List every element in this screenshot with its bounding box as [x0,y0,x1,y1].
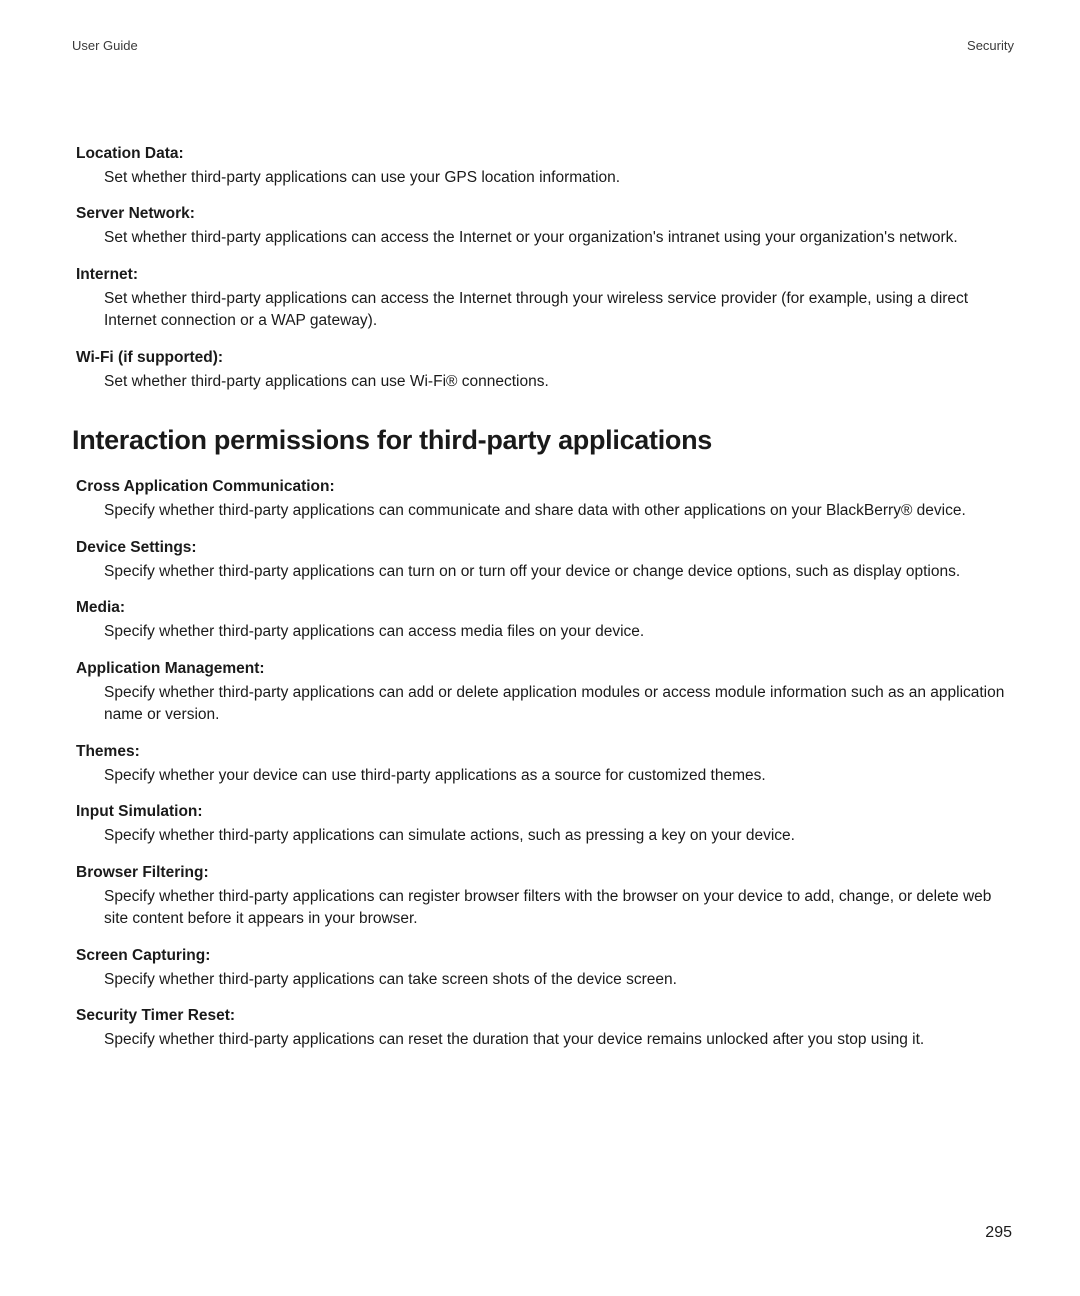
term-label: Server Network: [76,205,1014,223]
term-label: Cross Application Communication: [76,478,1014,496]
term-label: Input Simulation: [76,803,1014,821]
term-label: Media: [76,599,1014,617]
section-heading-interaction-permissions: Interaction permissions for third-party … [72,425,1014,456]
term-item: Cross Application Communication: Specify… [76,478,1014,522]
term-label: Wi-Fi (if supported): [76,349,1014,367]
term-description: Specify whether third-party applications… [76,969,1014,991]
term-item: Location Data: Set whether third-party a… [76,145,1014,189]
term-item: Wi-Fi (if supported): Set whether third-… [76,349,1014,393]
term-description: Set whether third-party applications can… [76,227,1014,249]
term-item: Themes: Specify whether your device can … [76,743,1014,787]
term-item: Internet: Set whether third-party applic… [76,266,1014,333]
term-item: Server Network: Set whether third-party … [76,205,1014,249]
section-connection-permissions: Location Data: Set whether third-party a… [76,145,1014,393]
term-description: Specify whether third-party applications… [76,561,1014,583]
term-label: Themes: [76,743,1014,761]
header-left: User Guide [72,38,138,53]
term-label: Browser Filtering: [76,864,1014,882]
term-description: Set whether third-party applications can… [76,288,1014,333]
term-label: Screen Capturing: [76,947,1014,965]
term-item: Media: Specify whether third-party appli… [76,599,1014,643]
term-description: Set whether third-party applications can… [76,167,1014,189]
term-item: Device Settings: Specify whether third-p… [76,539,1014,583]
term-label: Device Settings: [76,539,1014,557]
term-description: Set whether third-party applications can… [76,371,1014,393]
term-item: Screen Capturing: Specify whether third-… [76,947,1014,991]
term-description: Specify whether third-party applications… [76,500,1014,522]
term-item: Application Management: Specify whether … [76,660,1014,727]
page-number: 295 [985,1224,1012,1242]
term-label: Internet: [76,266,1014,284]
term-description: Specify whether third-party applications… [76,886,1014,931]
term-description: Specify whether third-party applications… [76,621,1014,643]
term-description: Specify whether third-party applications… [76,1029,1014,1051]
term-label: Security Timer Reset: [76,1007,1014,1025]
header-right: Security [967,38,1014,53]
term-label: Application Management: [76,660,1014,678]
term-item: Security Timer Reset: Specify whether th… [76,1007,1014,1051]
term-description: Specify whether third-party applications… [76,682,1014,727]
term-description: Specify whether third-party applications… [76,825,1014,847]
term-item: Browser Filtering: Specify whether third… [76,864,1014,931]
section-interaction-permissions: Cross Application Communication: Specify… [76,478,1014,1051]
term-item: Input Simulation: Specify whether third-… [76,803,1014,847]
term-description: Specify whether your device can use thir… [76,765,1014,787]
page-header: User Guide Security [72,38,1014,53]
term-label: Location Data: [76,145,1014,163]
